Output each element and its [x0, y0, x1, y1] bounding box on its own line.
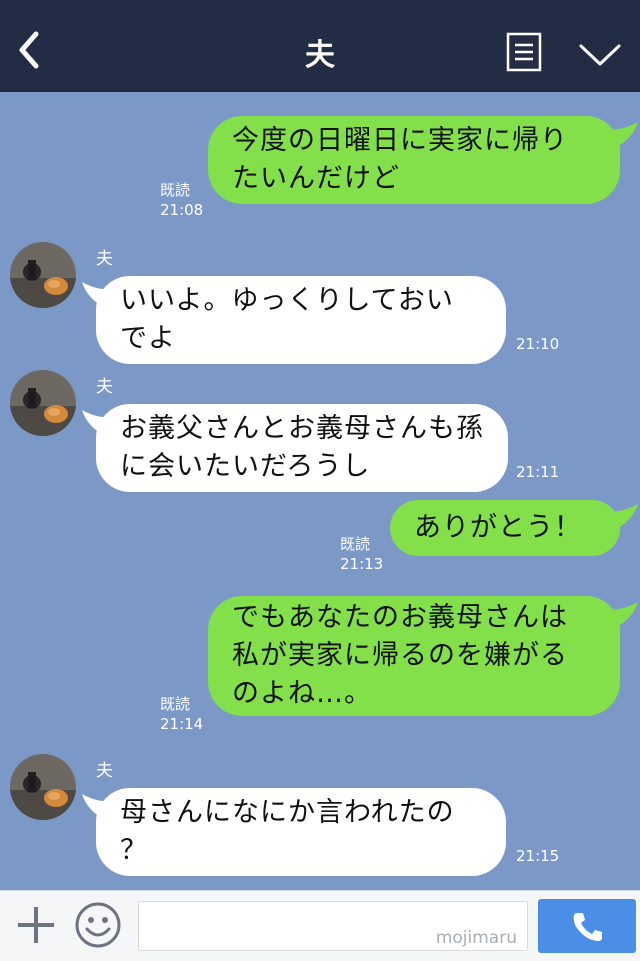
avatar[interactable] [10, 754, 76, 820]
message-text: 今度の日曜日に実家に帰り たいんだけど [232, 125, 568, 194]
message-time: 21:15 [516, 847, 560, 865]
call-button[interactable] [538, 899, 636, 953]
plus-icon[interactable] [14, 903, 58, 947]
message-bubble[interactable]: 母さんになにか言われたの ？ [96, 788, 506, 876]
avatar[interactable] [10, 242, 76, 308]
read-receipt: 既読 21:13 [340, 535, 384, 573]
read-receipt: 既読 21:08 [160, 181, 204, 219]
message-time: 21:11 [516, 463, 560, 481]
bubble-tail [606, 504, 638, 530]
avatar[interactable] [10, 370, 76, 436]
avatar-image [10, 242, 76, 308]
avatar-image [10, 754, 76, 820]
bubble-tail [606, 122, 638, 148]
message-input[interactable]: mojimaru [138, 901, 528, 951]
chat-title: 夫 [305, 38, 335, 73]
header: 夫 [0, 0, 640, 92]
message-text: でもあなたのお義母さんは 私が実家に帰るのを嫌がる のよね…。 [232, 602, 568, 709]
read-receipt: 既読 21:14 [160, 695, 204, 733]
message-bubble[interactable]: 今度の日曜日に実家に帰り たいんだけど [208, 116, 620, 204]
smile-icon[interactable] [74, 901, 122, 949]
sender-name: 夫 [96, 249, 113, 269]
message-bubble[interactable]: ありがとう！ [390, 500, 620, 556]
menu-icon[interactable] [506, 32, 542, 72]
message-text: 母さんになにか言われたの ？ [120, 797, 455, 866]
message-time: 21:10 [516, 335, 560, 353]
message-bubble[interactable]: でもあなたのお義母さんは 私が実家に帰るのを嫌がる のよね…。 [208, 596, 620, 716]
message-text: ありがとう！ [414, 512, 582, 543]
chevron-down-icon[interactable] [578, 40, 622, 68]
input-bar: mojimaru [0, 890, 640, 961]
bubble-tail [606, 602, 638, 628]
sender-name: 夫 [96, 761, 113, 781]
avatar-image [10, 370, 76, 436]
chat-area: 既読 21:08 今度の日曜日に実家に帰り たいんだけど 夫 いいよ。ゆっくりして… [0, 92, 640, 890]
message-text: いいよ。ゆっくりしておい でよ [120, 285, 454, 354]
sender-name: 夫 [96, 377, 113, 397]
message-bubble[interactable]: お義父さんとお義母さんも孫 に会いたいだろうし [96, 404, 508, 492]
phone-icon [573, 913, 602, 941]
message-bubble[interactable]: いいよ。ゆっくりしておい でよ [96, 276, 506, 364]
message-text: お義父さんとお義母さんも孫 に会いたいだろうし [120, 413, 484, 482]
watermark: mojimaru [435, 928, 517, 948]
